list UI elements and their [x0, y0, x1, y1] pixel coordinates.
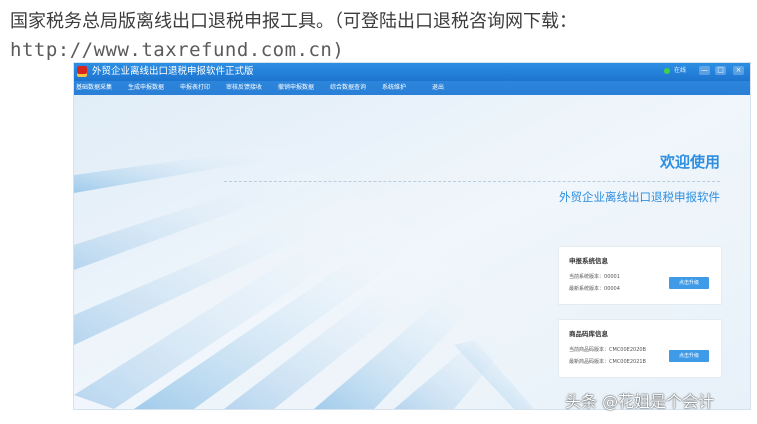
app-logo-icon — [77, 66, 87, 77]
card-title: 商品码库信息 — [569, 330, 608, 338]
upgrade-code-button[interactable]: 点击升级 — [669, 350, 709, 362]
menu-item-basic-data[interactable]: 基础数据采集 — [76, 83, 112, 93]
menu-item-query[interactable]: 综合数据查询 — [330, 83, 366, 93]
menu-bar: 基础数据采集 生成申报数据 申报表打印 审核反馈接收 撤销申报数据 综合数据查询… — [74, 81, 750, 95]
menu-item-generate-data[interactable]: 生成申报数据 — [128, 83, 164, 93]
welcome-heading: 欢迎使用 — [659, 153, 720, 171]
commodity-code-card: 商品码库信息 当前商品码版本：CMC00E2020B 最新商品码版本：CMC00… — [558, 319, 722, 378]
menu-item-feedback[interactable]: 审核反馈接收 — [226, 83, 262, 93]
latest-code-line: 最新商品码版本：CMC00E2021B — [569, 358, 646, 365]
latest-code-value: CMC00E2021B — [609, 359, 646, 365]
system-info-card: 申报系统信息 当前系统版本：00001 最新系统版本：00004 点击升级 — [558, 246, 722, 305]
current-version-line: 当前系统版本：00001 — [569, 273, 620, 280]
upgrade-system-button[interactable]: 点击升级 — [669, 277, 709, 289]
welcome-divider — [224, 181, 720, 182]
latest-version-label: 最新系统版本： — [569, 286, 605, 292]
latest-version-value: 00004 — [604, 286, 620, 292]
menu-item-print[interactable]: 申报表打印 — [180, 83, 210, 93]
window-title: 外贸企业离线出口退税申报软件正式版 — [92, 66, 254, 77]
article-paragraph: 国家税务总局版离线出口退税申报工具。（可登陆出口退税咨询网下载： — [10, 11, 577, 32]
latest-code-label: 最新商品码版本： — [569, 359, 610, 365]
current-version-label: 当前系统版本： — [569, 274, 605, 280]
software-subtitle: 外贸企业离线出口退税申报软件 — [559, 190, 720, 204]
watermark: 头条 @花姐是个会计 — [565, 392, 715, 411]
window-titlebar: 外贸企业离线出口退税申报软件正式版 在线 — □ × — [74, 63, 750, 81]
maximize-button[interactable]: □ — [715, 66, 726, 75]
current-version-value: 00001 — [604, 274, 620, 280]
app-screenshot: 外贸企业离线出口退税申报软件正式版 在线 — □ × 基础数据采集 生成申报数据… — [74, 63, 750, 409]
article-url[interactable]: http://www.taxrefund.com.cn) — [10, 36, 344, 64]
current-code-value: CMC00E2020B — [609, 347, 646, 353]
menu-item-maintenance[interactable]: 系统维护 — [382, 83, 406, 93]
minimize-button[interactable]: — — [699, 66, 710, 75]
online-status-label: 在线 — [673, 67, 686, 74]
current-code-line: 当前商品码版本：CMC00E2020B — [569, 346, 646, 353]
online-status-icon — [664, 68, 670, 74]
card-title: 申报系统信息 — [569, 257, 608, 265]
close-button[interactable]: × — [733, 66, 744, 75]
menu-item-exit[interactable]: 退出 — [432, 83, 444, 93]
latest-version-line: 最新系统版本：00004 — [569, 285, 620, 292]
current-code-label: 当前商品码版本： — [569, 347, 610, 353]
menu-item-revoke[interactable]: 撤销申报数据 — [278, 83, 314, 93]
